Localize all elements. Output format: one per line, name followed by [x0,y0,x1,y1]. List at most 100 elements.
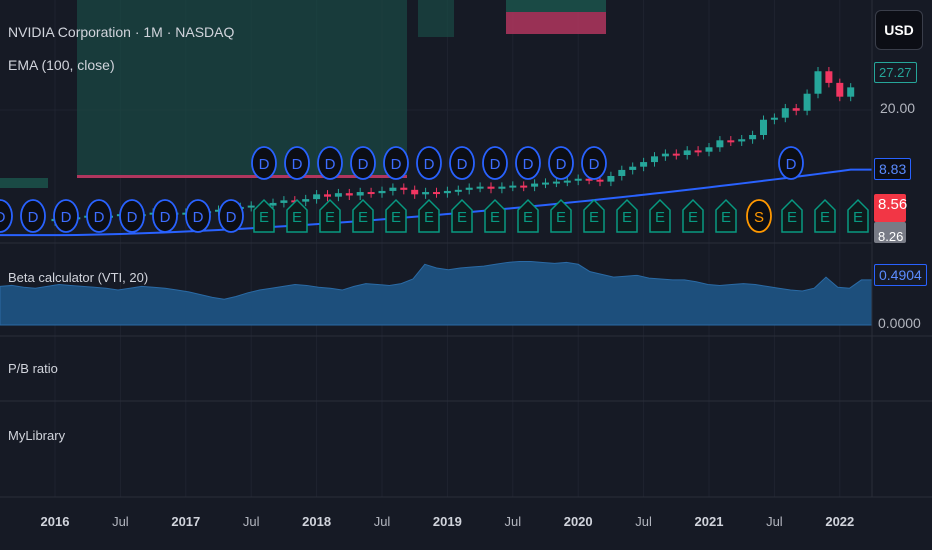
beta-legend[interactable]: Beta calculator (VTI, 20) [8,270,148,285]
candle-body [302,199,310,202]
dividend-marker[interactable]: D [152,199,178,233]
candle-body [803,93,811,111]
candle-body [411,189,419,195]
split-marker[interactable]: S [746,199,772,233]
time-axis-label: Jul [766,514,783,529]
pb-legend[interactable]: P/B ratio [8,361,58,376]
earnings-marker[interactable]: E [517,198,539,233]
currency-button[interactable]: USD [875,10,923,50]
ema-legend[interactable]: EMA (100, close) [8,57,115,73]
svg-text:E: E [688,209,698,226]
candle-body [313,194,321,200]
dividend-marker[interactable]: D [515,146,541,180]
candle-body [454,189,462,192]
svg-text:D: D [127,209,138,226]
earnings-marker[interactable]: E [583,198,605,233]
dividend-marker[interactable]: D [119,199,145,233]
beta-value-label: 0.4904 [874,264,927,286]
svg-text:E: E [358,209,368,226]
dividend-marker[interactable]: D [284,146,310,180]
dividend-marker[interactable]: D [581,146,607,180]
dividend-marker[interactable]: D [449,146,475,180]
earnings-marker[interactable]: E [451,198,473,233]
dividend-marker[interactable]: D [86,199,112,233]
candle-body [825,71,833,83]
dividend-marker[interactable]: D [548,146,574,180]
dividend-marker[interactable]: D [53,199,79,233]
svg-text:D: D [94,209,105,226]
candle-body [738,139,746,142]
symbol-title[interactable]: NVIDIA Corporation · 1M · NASDAQ [8,24,234,40]
svg-text:E: E [853,209,863,226]
candle-body [661,153,669,157]
dividend-marker[interactable]: D [416,146,442,180]
dividend-marker[interactable]: D [778,146,804,180]
candle-body [781,108,789,118]
dividend-marker[interactable]: D [20,199,46,233]
svg-text:E: E [424,209,434,226]
svg-text:E: E [391,209,401,226]
candle-body [749,135,757,140]
mylibrary-legend[interactable]: MyLibrary [8,428,65,443]
svg-text:E: E [490,209,500,226]
earnings-marker[interactable]: E [781,198,803,233]
dividend-marker[interactable]: D [350,146,376,180]
earnings-marker[interactable]: E [418,198,440,233]
earnings-marker[interactable]: E [682,198,704,233]
candle-body [672,153,680,156]
svg-text:E: E [655,209,665,226]
candle-body [465,187,473,190]
svg-text:D: D [391,156,402,173]
earnings-marker[interactable]: E [352,198,374,233]
candle-body [280,200,288,203]
dividend-marker[interactable]: D [185,199,211,233]
time-axis-label: Jul [112,514,129,529]
candle-body [607,175,615,182]
candle-body [345,193,353,196]
dividend-marker[interactable]: D [0,199,13,233]
candle-body [487,186,495,189]
earnings-marker[interactable]: E [484,198,506,233]
earnings-marker[interactable]: E [286,198,308,233]
earnings-marker[interactable]: E [715,198,737,233]
svg-text:E: E [787,209,797,226]
svg-text:D: D [0,209,6,226]
candle-body [520,185,528,188]
time-axis-label: 2020 [563,514,593,529]
svg-text:E: E [622,209,632,226]
dividend-marker[interactable]: D [317,146,343,180]
time-axis-label: Jul [504,514,522,529]
svg-text:D: D [786,156,797,173]
earnings-marker[interactable]: E [814,198,836,233]
candle-body [683,150,691,155]
svg-text:D: D [589,156,600,173]
dividend-marker[interactable]: D [482,146,508,180]
candle-body [422,192,430,195]
dividend-marker[interactable]: D [383,146,409,180]
dividend-marker[interactable]: D [251,146,277,180]
candle-body [509,185,517,188]
svg-text:D: D [226,209,237,226]
svg-text:E: E [259,209,269,226]
candle-body [716,140,724,148]
svg-text:E: E [721,209,731,226]
svg-text:S: S [754,209,764,226]
beta-zero-tick: 0.0000 [878,315,921,331]
candle-body [694,150,702,153]
time-axis-label: 2016 [40,514,70,529]
svg-text:E: E [457,209,467,226]
time-axis-label: Jul [373,514,391,529]
close-price-label: 8.56 [874,194,907,222]
svg-text:D: D [292,156,303,173]
earnings-marker[interactable]: E [319,198,341,233]
candle-body [400,187,408,190]
svg-text:E: E [325,209,335,226]
earnings-marker[interactable]: E [847,198,869,233]
time-axis-label: Jul [635,514,652,529]
dividend-marker[interactable]: D [218,199,244,233]
svg-text:D: D [490,156,501,173]
candle-body [367,192,375,195]
earnings-marker[interactable]: E [616,198,638,233]
earnings-marker[interactable]: E [385,198,407,233]
earnings-marker[interactable]: E [649,198,671,233]
